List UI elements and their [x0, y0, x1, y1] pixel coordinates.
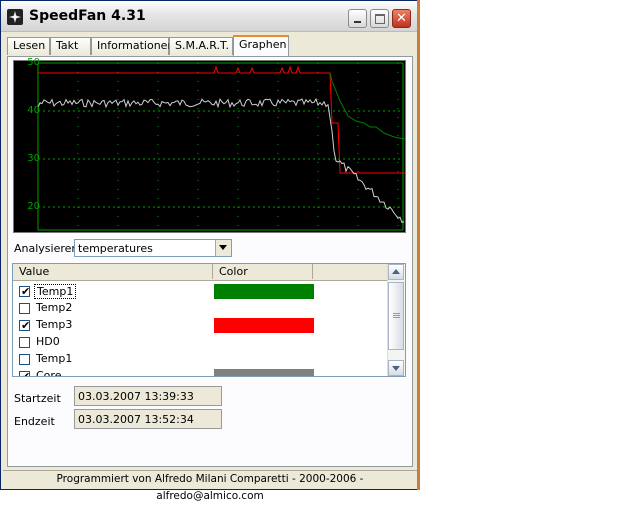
minimize-button[interactable] — [348, 9, 367, 28]
column-header-value[interactable]: Value — [13, 264, 213, 279]
analyze-dropdown[interactable]: temperatures — [74, 239, 232, 257]
maximize-button[interactable] — [370, 9, 389, 28]
grip-icon — [393, 313, 400, 314]
y-tick-20: 20 — [27, 201, 40, 212]
close-icon: ✕ — [396, 11, 407, 26]
tab-smart[interactable]: S.M.A.R.T. — [169, 37, 233, 55]
status-bar: Programmiert von Alfredo Milani Comparet… — [3, 470, 417, 502]
color-swatch[interactable] — [214, 318, 314, 333]
checkmark-icon: ✔ — [21, 285, 31, 298]
list-item-label: Temp2 — [36, 301, 73, 314]
start-time-field: 03.03.2007 13:39:33 — [74, 386, 222, 406]
scroll-thumb[interactable] — [388, 282, 404, 350]
checkbox[interactable]: ✔ — [19, 370, 31, 377]
list-item-label: Core — [36, 369, 62, 377]
arrow-up-icon — [392, 269, 400, 274]
list-item[interactable]: Temp2 — [13, 300, 389, 317]
start-time-label: Startzeit — [14, 392, 61, 405]
scroll-up-button[interactable] — [388, 264, 404, 280]
list-item[interactable]: ✔ Core — [13, 368, 389, 377]
minimize-icon — [354, 21, 361, 23]
analyze-label: Analysieren — [14, 242, 79, 255]
title-bar[interactable]: SpeedFan 4.31 ✕ — [1, 1, 419, 32]
tab-lesen[interactable]: Lesen — [7, 37, 50, 55]
y-tick-50: 50 — [27, 57, 40, 68]
tab-informationen[interactable]: Informationen — [91, 37, 174, 55]
chevron-down-icon — [219, 245, 227, 250]
checkbox[interactable] — [19, 337, 30, 348]
list-item-label: Temp3 — [36, 318, 73, 331]
list-item-label: HD0 — [36, 335, 60, 348]
color-swatch[interactable] — [214, 284, 314, 299]
window-edge — [417, 0, 420, 490]
list-item-label: Temp1 — [36, 352, 73, 365]
checkbox[interactable] — [19, 354, 30, 365]
graph-canvas — [37, 62, 406, 231]
arrow-down-icon — [392, 366, 400, 371]
checkbox[interactable]: ✔ — [19, 319, 31, 332]
tab-graphen[interactable]: Graphen — [233, 35, 289, 57]
list-item[interactable]: ✔ Temp3 — [13, 317, 389, 334]
temp3-trace — [38, 65, 405, 174]
sensor-list: Value Color ✔ Temp1 Temp2 ✔ Temp3 HD0 Te… — [12, 263, 406, 377]
column-header-color[interactable]: Color — [213, 264, 313, 279]
core-trace — [37, 97, 405, 224]
fan-icon — [7, 9, 23, 25]
y-tick-30: 30 — [27, 153, 40, 164]
list-item[interactable]: Temp1 — [13, 351, 389, 368]
speedfan-window: SpeedFan 4.31 ✕ Lesen Takt Informationen… — [0, 0, 420, 502]
vertical-scrollbar[interactable] — [387, 264, 405, 376]
checkbox[interactable]: ✔ — [19, 285, 31, 298]
color-swatch[interactable] — [214, 369, 314, 376]
temperature-graph: 50 40 30 20 — [13, 57, 406, 233]
list-item[interactable]: ✔ Temp1 — [13, 283, 389, 300]
dropdown-button[interactable] — [215, 240, 231, 256]
end-time-value: 03.03.2007 13:52:34 — [78, 413, 194, 426]
list-header: Value Color — [13, 264, 389, 281]
list-item-label: Temp1 — [34, 284, 77, 299]
analyze-selected-value: temperatures — [78, 242, 153, 255]
window-title: SpeedFan 4.31 — [29, 8, 146, 24]
end-time-label: Endzeit — [14, 415, 55, 428]
start-time-value: 03.03.2007 13:39:33 — [78, 390, 194, 403]
checkmark-icon: ✔ — [21, 319, 31, 332]
close-button[interactable]: ✕ — [392, 9, 411, 28]
temp1-trace — [329, 72, 406, 140]
y-tick-40: 40 — [27, 105, 40, 116]
end-time-field: 03.03.2007 13:52:34 — [74, 409, 222, 429]
tab-takt[interactable]: Takt — [50, 37, 91, 55]
checkbox[interactable] — [19, 303, 30, 314]
list-item[interactable]: HD0 — [13, 334, 389, 351]
checkmark-icon: ✔ — [21, 370, 31, 377]
maximize-icon — [375, 14, 385, 24]
scroll-down-button[interactable] — [388, 360, 404, 376]
